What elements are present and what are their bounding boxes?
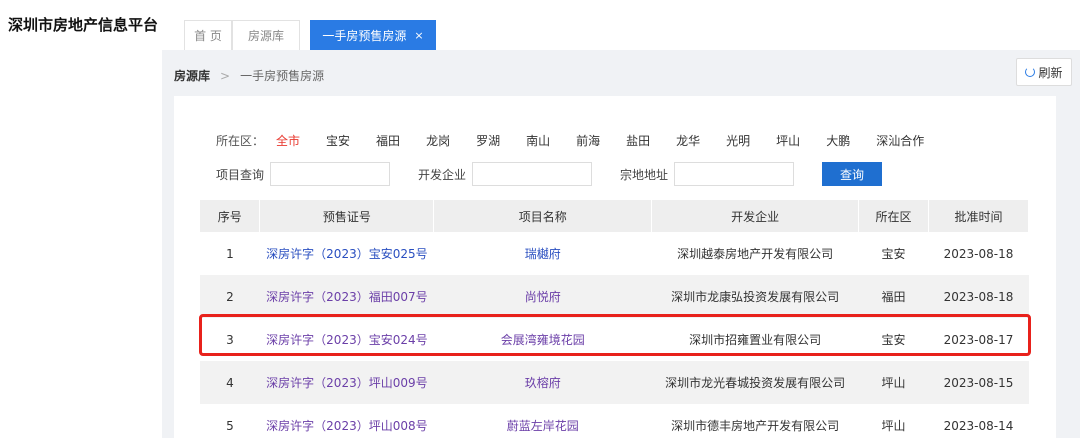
cell-cert-link[interactable]: 深房许字（2023）宝安024号 (259, 318, 434, 361)
cell-developer: 深圳市德丰房地产开发有限公司 (651, 404, 859, 438)
district-nanshan[interactable]: 南山 (526, 132, 550, 149)
table-row[interactable]: 2 深房许字（2023）福田007号 尚悦府 深圳市龙康弘投资发展有限公司 福田… (200, 275, 1029, 318)
table-row[interactable]: 3 深房许字（2023）宝安024号 会展湾雍境花园 深圳市招雍置业有限公司 宝… (200, 318, 1029, 361)
refresh-button[interactable]: 刷新 (1016, 58, 1072, 86)
cell-district: 坪山 (858, 361, 929, 404)
cell-project-link[interactable]: 瑞樾府 (433, 232, 652, 275)
cell-no: 1 (200, 232, 260, 275)
project-query-input[interactable] (270, 162, 391, 186)
header-developer[interactable]: 开发企业 (651, 200, 860, 232)
cell-district: 坪山 (858, 404, 929, 438)
refresh-label: 刷新 (1038, 65, 1063, 80)
cell-no: 2 (200, 275, 260, 318)
header-project[interactable]: 项目名称 (433, 200, 653, 232)
district-guangming[interactable]: 光明 (726, 132, 750, 149)
cell-project-link[interactable]: 蔚蓝左岸花园 (433, 404, 652, 438)
breadcrumb-separator-icon: > (220, 68, 231, 83)
cell-cert-link[interactable]: 深房许字（2023）宝安025号 (259, 232, 434, 275)
district-luohu[interactable]: 罗湖 (476, 132, 500, 149)
tab-bar: 首 页 房源库 一手房预售房源 × (162, 0, 1080, 50)
district-baoan[interactable]: 宝安 (326, 132, 350, 149)
cell-developer: 深圳市龙光春城投资发展有限公司 (651, 361, 859, 404)
developer-input[interactable] (472, 162, 593, 186)
cell-cert-link[interactable]: 深房许字（2023）坪山008号 (259, 404, 434, 438)
query-row: 项目查询 开发企业 宗地地址 查询 (216, 162, 883, 186)
content-panel: 所在区： 全市 宝安 福田 龙岗 罗湖 南山 前海 盐田 龙华 光明 坪山 大鹏… (174, 96, 1056, 438)
district-label: 所在区： (216, 134, 265, 148)
tab-presale-listings[interactable]: 一手房预售房源 × (310, 20, 436, 50)
cell-developer: 深圳市招雍置业有限公司 (651, 318, 859, 361)
breadcrumb-current: 一手房预售房源 (240, 69, 325, 83)
land-address-input[interactable] (674, 162, 795, 186)
developer-label: 开发企业 (418, 167, 467, 182)
table-row[interactable]: 4 深房许字（2023）坪山009号 玖榕府 深圳市龙光春城投资发展有限公司 坪… (200, 361, 1029, 404)
header-cert[interactable]: 预售证号 (259, 200, 435, 232)
land-address-label: 宗地地址 (620, 167, 669, 182)
tab-listing-library[interactable]: 房源库 (232, 20, 300, 50)
header-no[interactable]: 序号 (200, 200, 261, 232)
tab-presale-label: 一手房预售房源 (322, 29, 407, 43)
district-futian[interactable]: 福田 (376, 132, 400, 149)
breadcrumb: 房源库 > 一手房预售房源 (174, 67, 324, 84)
district-dapeng[interactable]: 大鹏 (826, 132, 850, 149)
cell-date: 2023-08-18 (928, 275, 1029, 318)
header-date[interactable]: 批准时间 (928, 200, 1029, 232)
close-icon[interactable]: × (414, 29, 423, 42)
table-row[interactable]: 5 深房许字（2023）坪山008号 蔚蓝左岸花园 深圳市德丰房地产开发有限公司… (200, 404, 1029, 438)
table-header-row: 序号 预售证号 项目名称 开发企业 所在区 批准时间 (200, 200, 1029, 232)
header-district[interactable]: 所在区 (858, 200, 929, 232)
cell-developer: 深圳越泰房地产开发有限公司 (651, 232, 859, 275)
cell-cert-link[interactable]: 深房许字（2023）坪山009号 (259, 361, 434, 404)
table-row[interactable]: 1 深房许字（2023）宝安025号 瑞樾府 深圳越泰房地产开发有限公司 宝安 … (200, 232, 1029, 275)
cell-developer: 深圳市龙康弘投资发展有限公司 (651, 275, 859, 318)
cell-project-link[interactable]: 玖榕府 (433, 361, 652, 404)
presale-table: 序号 预售证号 项目名称 开发企业 所在区 批准时间 1 深房许字（2023）宝… (200, 200, 1029, 438)
app-title: 深圳市房地产信息平台 (8, 16, 159, 34)
district-longhua[interactable]: 龙华 (676, 132, 700, 149)
district-pingshan[interactable]: 坪山 (776, 132, 800, 149)
cell-project-link[interactable]: 尚悦府 (433, 275, 652, 318)
district-longgang[interactable]: 龙岗 (426, 132, 450, 149)
project-query-label: 项目查询 (216, 167, 265, 182)
district-all[interactable]: 全市 (276, 132, 300, 149)
district-filter: 所在区： 全市 宝安 福田 龙岗 罗湖 南山 前海 盐田 龙华 光明 坪山 大鹏… (216, 132, 950, 149)
sidebar: 深圳市房地产信息平台 (0, 0, 162, 438)
cell-no: 5 (200, 404, 260, 438)
district-shenshan[interactable]: 深汕合作 (876, 132, 924, 149)
cell-date: 2023-08-14 (928, 404, 1029, 438)
main-area: 房源库 > 一手房预售房源 刷新 所在区： 全市 宝安 福田 龙岗 罗湖 南山 … (162, 50, 1080, 438)
cell-project-link[interactable]: 会展湾雍境花园 (433, 318, 652, 361)
tab-home[interactable]: 首 页 (184, 20, 232, 50)
cell-date: 2023-08-17 (928, 318, 1029, 361)
district-qianhai[interactable]: 前海 (576, 132, 600, 149)
refresh-icon (1025, 67, 1036, 77)
cell-cert-link[interactable]: 深房许字（2023）福田007号 (259, 275, 434, 318)
cell-no: 4 (200, 361, 260, 404)
breadcrumb-root[interactable]: 房源库 (174, 67, 210, 84)
search-button[interactable]: 查询 (822, 162, 883, 186)
cell-date: 2023-08-15 (928, 361, 1029, 404)
cell-district: 宝安 (858, 232, 929, 275)
district-yantian[interactable]: 盐田 (626, 132, 650, 149)
cell-no: 3 (200, 318, 260, 361)
cell-district: 福田 (858, 275, 929, 318)
cell-district: 宝安 (858, 318, 929, 361)
cell-date: 2023-08-18 (928, 232, 1029, 275)
